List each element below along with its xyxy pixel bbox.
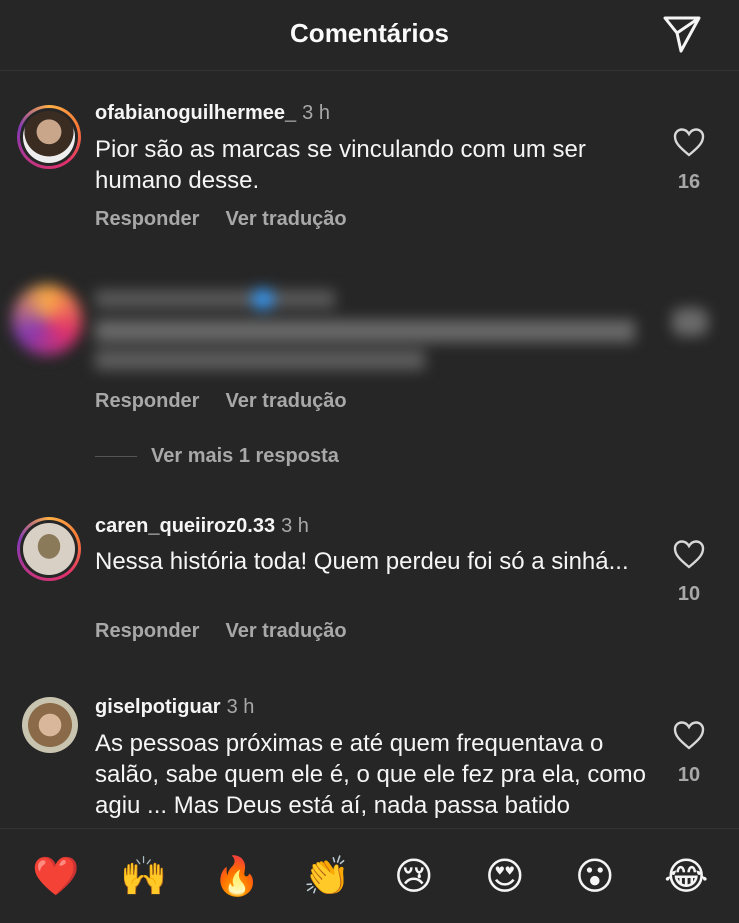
comment-username[interactable]: ofabianoguilhermee_ 3 h [95,102,330,125]
paper-plane-icon[interactable] [661,13,703,55]
divider [95,456,137,458]
page-title: Comentários [290,18,449,48]
view-more-label[interactable]: Ver mais 1 resposta [151,445,339,467]
comment-time: 3 h [281,515,309,537]
emoji-reactions-bar: ❤️ 🙌 🔥 👏 😢 😍 😮 😂 [0,828,739,923]
like-button[interactable]: 10 [672,720,706,787]
avatar[interactable] [17,105,81,169]
header: Comentários [0,0,739,71]
clapping-emoji-button[interactable]: 👏 [303,855,350,899]
like-count: 10 [677,764,701,786]
comment-actions: Responder Ver tradução [95,620,373,643]
comment-text: As pessoas próximas e até quem frequenta… [95,730,647,819]
surprised-emoji-button[interactable]: 😮 [575,855,615,899]
laughing-emoji-button[interactable]: 😂 [664,855,708,899]
like-count: 16 [677,171,701,193]
translate-button[interactable]: Ver tradução [225,620,346,642]
comment-username[interactable]: caren_queiiroz0.33 3 h [95,515,309,538]
reply-button[interactable]: Responder [95,620,199,642]
like-button[interactable]: 10 [672,539,706,606]
heart-icon[interactable] [673,539,705,569]
comment-actions: Responder Ver tradução [95,208,373,231]
like-count: 10 [677,583,701,605]
username-text[interactable]: giselpotiguar [95,696,221,718]
crying-emoji-button[interactable]: 😢 [394,855,434,899]
view-more-replies[interactable]: Ver mais 1 resposta [95,445,339,468]
translate-button[interactable]: Ver tradução [225,390,346,412]
comment-text: Pior são as marcas se vinculando com um … [95,136,586,194]
like-button[interactable]: 16 [672,127,706,194]
translate-button[interactable]: Ver tradução [225,208,346,230]
raised-hands-emoji-button[interactable]: 🙌 [120,855,167,899]
avatar[interactable] [22,697,78,753]
fire-emoji-button[interactable]: 🔥 [213,855,260,899]
heart-emoji-button[interactable]: ❤️ [32,855,79,899]
comment-time: 3 h [302,102,330,124]
username-text[interactable]: caren_queiiroz0.33 [95,515,275,537]
username-text[interactable]: ofabianoguilhermee_ [95,102,296,124]
reply-button[interactable]: Responder [95,208,199,230]
avatar[interactable] [17,517,81,581]
heart-eyes-emoji-button[interactable]: 😍 [485,855,525,899]
heart-icon[interactable] [673,127,705,157]
comment-actions: Responder Ver tradução [95,390,373,413]
heart-icon[interactable] [673,720,705,750]
comment-text: Nessa história toda! Quem perdeu foi só … [95,548,629,575]
reply-button[interactable]: Responder [95,390,199,412]
comment-username[interactable]: giselpotiguar 3 h [95,696,254,719]
comment-time: 3 h [226,696,255,718]
